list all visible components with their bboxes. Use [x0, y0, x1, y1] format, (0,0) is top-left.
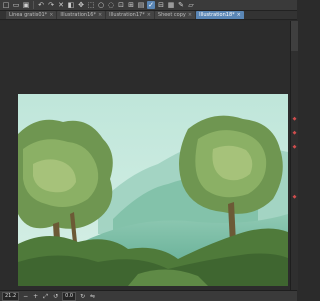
move-icon[interactable]: ✥: [77, 1, 85, 9]
clear-icon[interactable]: ✕: [57, 1, 65, 9]
tab-label: Illustration18*: [199, 12, 235, 18]
lasso-icon[interactable]: ○: [97, 1, 105, 9]
grid-icon[interactable]: ⊟: [157, 1, 165, 9]
pin-icon[interactable]: ◆: [292, 145, 297, 150]
open-icon[interactable]: ▭: [12, 1, 20, 9]
eraser-icon[interactable]: ▱: [187, 1, 195, 9]
tab-linea-gratis01[interactable]: Linea gratis01* ×: [6, 11, 57, 19]
tab-label: Linea gratis01*: [9, 12, 48, 18]
transform-icon[interactable]: ⊡: [117, 1, 125, 9]
save-icon[interactable]: ▣: [22, 1, 30, 9]
document-tab-bar: Linea gratis01* × Illustration16* × Illust…: [0, 11, 297, 20]
rotate-right-icon[interactable]: ↻: [79, 293, 86, 300]
tab-illustration16[interactable]: Illustration16* ×: [57, 11, 106, 19]
ruler-icon[interactable]: ▦: [167, 1, 175, 9]
rotation-field[interactable]: 0.0: [62, 291, 77, 301]
canvas-workspace[interactable]: [0, 21, 290, 290]
undo-icon[interactable]: ↶: [37, 1, 45, 9]
toolbar: □ ▭ ▣ ↶ ↷ ✕ ◧ ✥ ⬚ ○ ◌ ⊡ ⊞ ▤ ✓ ⊟ ▦ ✎ ▱: [0, 0, 297, 11]
redo-icon[interactable]: ↷: [47, 1, 55, 9]
close-icon[interactable]: ×: [98, 11, 102, 19]
tab-sheet-copy[interactable]: Sheet copy ×: [154, 11, 196, 19]
status-bar: 21.2 − + ⤢ ↺ 0.0 ↻ ⇋: [0, 290, 297, 301]
pin-icon[interactable]: ◆: [292, 195, 297, 200]
flip-icon[interactable]: ⇋: [89, 293, 96, 300]
zoom-field[interactable]: 21.2: [2, 291, 20, 301]
tab-illustration17[interactable]: Illustration17* ×: [106, 11, 154, 19]
pin-icon[interactable]: ◆: [292, 117, 297, 122]
fill-icon[interactable]: ◧: [67, 1, 75, 9]
select-icon[interactable]: ⬚: [87, 1, 95, 9]
close-icon[interactable]: ×: [188, 11, 192, 19]
settings-icon[interactable]: ✓: [147, 1, 155, 9]
brush-icon[interactable]: ✎: [177, 1, 185, 9]
forest-landscape-illustration: [18, 94, 288, 286]
right-panel-edge: ◆ ◆ ◆ ◆: [290, 21, 298, 290]
fit-icon[interactable]: ⤢: [42, 293, 49, 300]
rotate-left-icon[interactable]: ↺: [52, 293, 59, 300]
new-file-icon[interactable]: □: [2, 1, 10, 9]
zoom-out-icon[interactable]: −: [22, 293, 29, 300]
tab-label: Illustration16*: [60, 12, 96, 18]
vertical-scrollbar[interactable]: [291, 21, 298, 51]
toolbar-divider: [33, 1, 34, 9]
layer-icon[interactable]: ▤: [137, 1, 145, 9]
select-all-icon[interactable]: ⊞: [127, 1, 135, 9]
close-icon[interactable]: ×: [147, 11, 151, 19]
pin-icon[interactable]: ◆: [292, 131, 297, 136]
deselect-icon[interactable]: ◌: [107, 1, 115, 9]
artwork-canvas[interactable]: [18, 94, 288, 286]
close-icon[interactable]: ×: [237, 11, 241, 19]
zoom-in-icon[interactable]: +: [32, 293, 39, 300]
tab-label: Sheet copy: [157, 12, 186, 18]
close-icon[interactable]: ×: [49, 11, 53, 19]
tab-label: Illustration17*: [109, 12, 145, 18]
tab-illustration18[interactable]: Illustration18* ×: [196, 11, 244, 19]
